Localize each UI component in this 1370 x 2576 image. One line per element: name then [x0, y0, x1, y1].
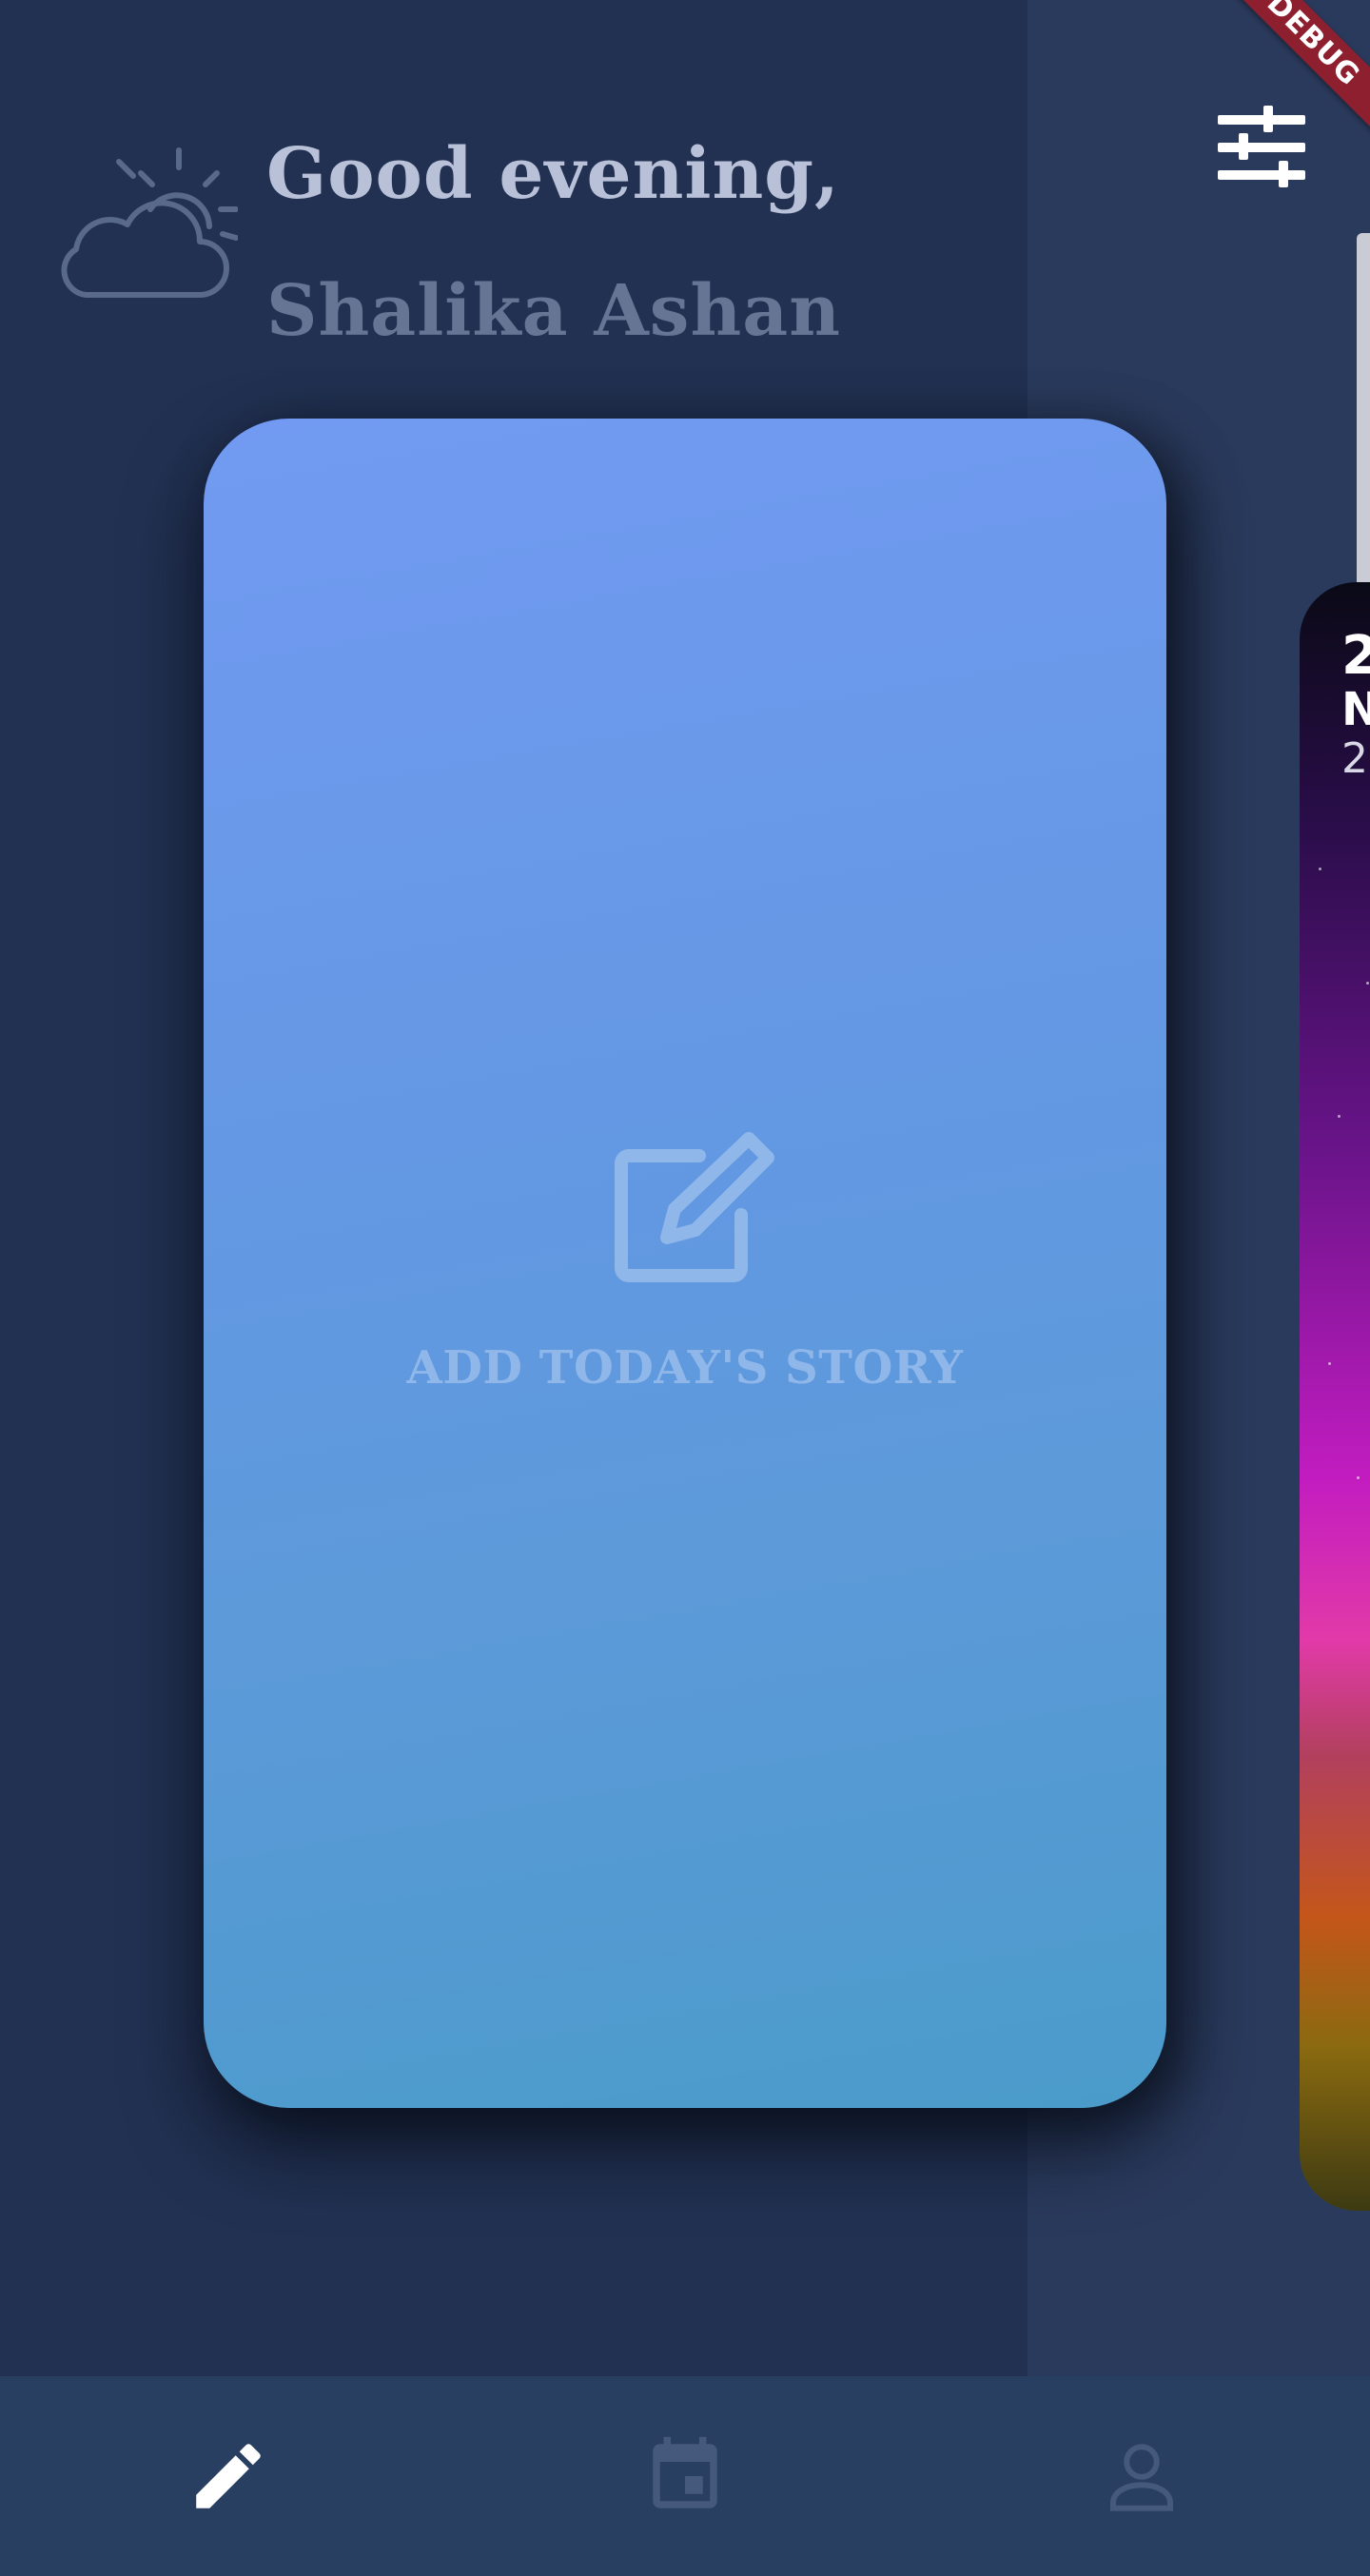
nav-item-write[interactable] — [0, 2376, 457, 2576]
edit-icon — [615, 1132, 774, 1282]
bottom-nav — [0, 2376, 1370, 2576]
next-story-date: 2 N 2 — [1341, 630, 1370, 780]
filter-button[interactable] — [1208, 100, 1313, 195]
nav-item-calendar[interactable] — [457, 2376, 913, 2576]
greeting-heading: Good evening, — [266, 133, 840, 215]
profile-icon — [1110, 2444, 1173, 2511]
nav-item-profile[interactable] — [913, 2376, 1370, 2576]
next-story-month: N — [1341, 683, 1370, 736]
user-name: Shalika Ashan — [266, 270, 842, 352]
add-story-card[interactable]: ADD TODAY'S STORY — [204, 419, 1166, 2108]
next-story-card[interactable]: 2 N 2 — [1300, 582, 1370, 2211]
pencil-icon — [196, 2444, 261, 2508]
add-story-label: ADD TODAY'S STORY — [406, 1341, 964, 1395]
next-story-year: 2 — [1341, 734, 1368, 783]
next-story-day: 2 — [1341, 625, 1370, 687]
cloud-sun-icon — [61, 147, 238, 298]
sliders-icon — [1218, 106, 1305, 187]
calendar-icon — [653, 2436, 717, 2508]
